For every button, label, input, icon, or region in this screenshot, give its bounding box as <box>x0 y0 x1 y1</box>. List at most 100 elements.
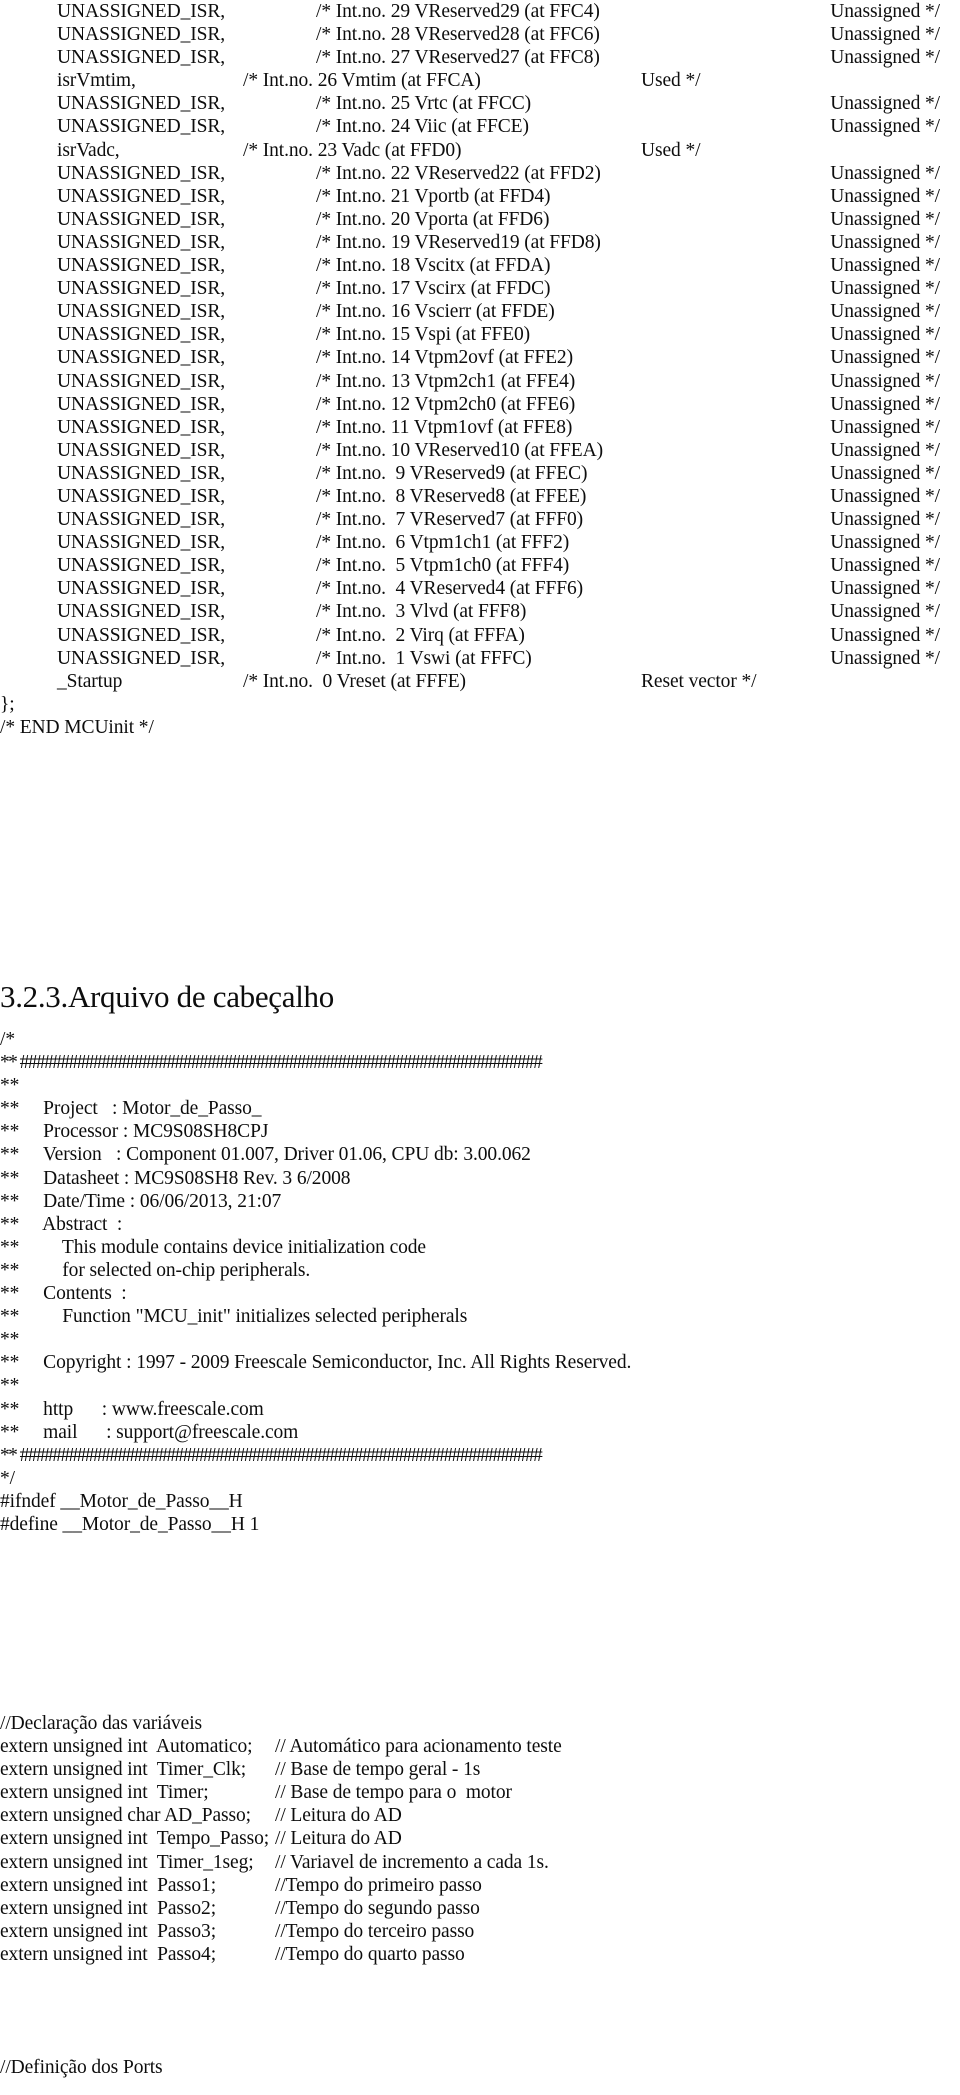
comment-open-line: /* <box>0 1028 960 1051</box>
variable-declaration: extern unsigned int Timer_1seg; <box>0 1851 254 1873</box>
variable-declaration: extern unsigned int Timer_Clk; <box>0 1759 247 1781</box>
variable-declaration: extern unsigned int Tempo_Passo; <box>0 1828 270 1850</box>
variables-section-comment-line: //Declaração das variáveis <box>0 1712 960 1735</box>
isr-vector-row: UNASSIGNED_ISR, /* Int.no. 14 Vtpm2ovf (a… <box>0 346 960 369</box>
variable-declaration: extern unsigned int Passo1; <box>0 1874 217 1896</box>
isr-handler-name: UNASSIGNED_ISR, <box>57 301 226 323</box>
isr-handler-name: UNASSIGNED_ISR, <box>57 416 226 438</box>
isr-vector-comment: /* Int.no. 24 Viic (at FFCE) <box>316 116 529 138</box>
end-mcuinit-comment-line: /* END MCUinit */ <box>0 716 960 739</box>
isr-vector-comment: /* Int.no. 7 VReserved7 (at FFF0) <box>316 509 584 531</box>
banner-rule-top: ** #####################################… <box>0 1051 960 1074</box>
isr-vector-comment: /* Int.no. 10 VReserved10 (at FFEA) <box>316 439 603 461</box>
isr-status-label: Unassigned */ <box>830 208 940 230</box>
isr-status-label: Unassigned */ <box>830 601 940 623</box>
isr-status-label: Unassigned */ <box>830 624 940 646</box>
isr-vector-comment: /* Int.no. 5 Vtpm1ch0 (at FFF4) <box>316 555 570 577</box>
banner-comment-text: ** Datasheet : MC9S08SH8 Rev. 3 6/2008 <box>0 1167 351 1189</box>
banner-comment-text: ** <box>0 1075 20 1097</box>
banner-comment-text: ** Function "MCU_init" initializes selec… <box>0 1306 468 1328</box>
isr-vector-comment: /* Int.no. 26 Vmtim (at FFCA) <box>243 70 481 92</box>
closing-brace-line: }; <box>0 693 960 716</box>
isr-vector-row: UNASSIGNED_ISR, /* Int.no. 19 VReserved19… <box>0 231 960 254</box>
banner-comment-line: ** for selected on-chip peripherals. <box>0 1259 960 1282</box>
isr-vector-row: UNASSIGNED_ISR, /* Int.no. 7 VReserved7 (… <box>0 508 960 531</box>
isr-status-label: Unassigned */ <box>830 439 940 461</box>
isr-status-label: Unassigned */ <box>830 1 940 22</box>
banner-comment-line: ** Project : Motor_de_Passo_ <box>0 1097 960 1120</box>
isr-vector-row: UNASSIGNED_ISR, /* Int.no. 15 Vspi (at FF… <box>0 323 960 346</box>
isr-vector-comment: /* Int.no. 23 Vadc (at FFD0) <box>243 139 462 161</box>
isr-handler-name: UNASSIGNED_ISR, <box>57 462 226 484</box>
banner-comment-line: ** Abstract : <box>0 1213 960 1236</box>
isr-handler-name: UNASSIGNED_ISR, <box>57 278 226 300</box>
isr-status-label: Unassigned */ <box>830 278 940 300</box>
isr-status-label: Unassigned */ <box>830 370 940 392</box>
variable-declaration-row: extern unsigned int Timer_Clk; // Base de… <box>0 1758 960 1781</box>
isr-handler-name: UNASSIGNED_ISR, <box>57 324 226 346</box>
variable-declaration-row: extern unsigned int Passo2; //Tempo do se… <box>0 1897 960 1920</box>
variable-comment: // Base de tempo para o motor <box>275 1782 512 1804</box>
isr-status-label: Unassigned */ <box>830 485 940 507</box>
isr-handler-name: UNASSIGNED_ISR, <box>57 624 226 646</box>
isr-vector-comment: /* Int.no. 19 VReserved19 (at FFD8) <box>316 231 601 253</box>
isr-status-label: Unassigned */ <box>830 509 940 531</box>
variable-comment: // Leitura do AD <box>275 1805 402 1827</box>
variable-declaration-row: extern unsigned int Passo1; //Tempo do pr… <box>0 1874 960 1897</box>
variable-declaration-row: extern unsigned char AD_Passo; // Leitura… <box>0 1804 960 1827</box>
isr-vector-row: UNASSIGNED_ISR, /* Int.no. 16 Vscierr (at… <box>0 300 960 323</box>
isr-status-label: Unassigned */ <box>830 393 940 415</box>
isr-vector-row: _Startup /* Int.no. 0 Vreset (at FFFE) Res… <box>0 670 960 693</box>
isr-vector-comment: /* Int.no. 14 Vtpm2ovf (at FFE2) <box>316 347 573 369</box>
isr-vector-comment: /* Int.no. 6 Vtpm1ch1 (at FFF2) <box>316 532 570 554</box>
isr-handler-name: UNASSIGNED_ISR, <box>57 208 226 230</box>
isr-vector-row: UNASSIGNED_ISR, /* Int.no. 17 Vscirx (at … <box>0 277 960 300</box>
isr-vector-comment: /* Int.no. 22 VReserved22 (at FFD2) <box>316 162 601 184</box>
isr-handler-name: UNASSIGNED_ISR, <box>57 485 226 507</box>
ifndef-directive: #ifndef __Motor_de_Passo__H <box>0 1490 243 1512</box>
ports-section-comment-line: //Definição dos Ports <box>0 2056 960 2079</box>
isr-vector-row: UNASSIGNED_ISR, /* Int.no. 12 Vtpm2ch0 (a… <box>0 393 960 416</box>
isr-vector-row: UNASSIGNED_ISR, /* Int.no. 13 Vtpm2ch1 (a… <box>0 370 960 393</box>
isr-vector-comment: /* Int.no. 9 VReserved9 (at FFEC) <box>316 462 588 484</box>
banner-comment-line: ** http : www.freescale.com <box>0 1398 960 1421</box>
variable-comment: //Tempo do quarto passo <box>275 1943 465 1965</box>
isr-status-label: Unassigned */ <box>830 185 940 207</box>
isr-handler-name: UNASSIGNED_ISR, <box>57 1 226 22</box>
banner-comment-text: ** Copyright : 1997 - 2009 Freescale Sem… <box>0 1352 632 1374</box>
isr-handler-name: UNASSIGNED_ISR, <box>57 601 226 623</box>
document-page: UNASSIGNED_ISR, /* Int.no. 29 VReserved29… <box>0 0 960 2095</box>
variable-comment: //Tempo do terceiro passo <box>275 1920 475 1942</box>
variable-declaration: extern unsigned int Timer; <box>0 1782 209 1804</box>
isr-vector-comment: /* Int.no. 28 VReserved28 (at FFC6) <box>316 24 600 46</box>
isr-handler-name: UNASSIGNED_ISR, <box>57 24 226 46</box>
isr-vector-row: UNASSIGNED_ISR, /* Int.no. 20 Vporta (at … <box>0 208 960 231</box>
banner-rule-bottom: ** #####################################… <box>0 1444 960 1467</box>
isr-handler-name: UNASSIGNED_ISR, <box>57 116 226 138</box>
isr-status-label: Unassigned */ <box>830 578 940 600</box>
banner-comment-line: ** Copyright : 1997 - 2009 Freescale Sem… <box>0 1351 960 1374</box>
banner-comment-text: ** <box>0 1375 20 1397</box>
isr-status-label: Used */ <box>641 70 701 92</box>
banner-comment-line: ** <box>0 1328 960 1351</box>
header-banner-comment: /* ** ##################################… <box>0 1028 960 1536</box>
isr-status-label: Unassigned */ <box>830 255 940 277</box>
isr-vector-row: UNASSIGNED_ISR, /* Int.no. 3 Vlvd (at FFF… <box>0 600 960 623</box>
variable-declaration: extern unsigned int Passo3; <box>0 1920 217 1942</box>
isr-handler-name: UNASSIGNED_ISR, <box>57 347 226 369</box>
banner-comment-text: ** Contents : <box>0 1283 127 1305</box>
banner-rule-bottom-text: ** #####################################… <box>0 1444 543 1466</box>
define-line: #define __Motor_de_Passo__H 1 <box>0 1513 960 1536</box>
isr-vector-comment: /* Int.no. 29 VReserved29 (at FFC4) <box>316 1 600 22</box>
ifndef-line: #ifndef __Motor_de_Passo__H <box>0 1490 960 1513</box>
banner-comment-text: ** http : www.freescale.com <box>0 1398 264 1420</box>
isr-handler-name: UNASSIGNED_ISR, <box>57 255 226 277</box>
banner-comment-line: ** mail : support@freescale.com <box>0 1421 960 1444</box>
banner-comment-line: ** Datasheet : MC9S08SH8 Rev. 3 6/2008 <box>0 1167 960 1190</box>
isr-vector-comment: /* Int.no. 27 VReserved27 (at FFC8) <box>316 47 600 69</box>
isr-handler-name: UNASSIGNED_ISR, <box>57 93 226 115</box>
isr-handler-name: UNASSIGNED_ISR, <box>57 509 226 531</box>
banner-comment-line: ** Version : Component 01.007, Driver 01… <box>0 1143 960 1166</box>
variable-declaration: extern unsigned int Automatico; <box>0 1736 253 1758</box>
end-mcuinit-comment: /* END MCUinit */ <box>0 716 154 738</box>
